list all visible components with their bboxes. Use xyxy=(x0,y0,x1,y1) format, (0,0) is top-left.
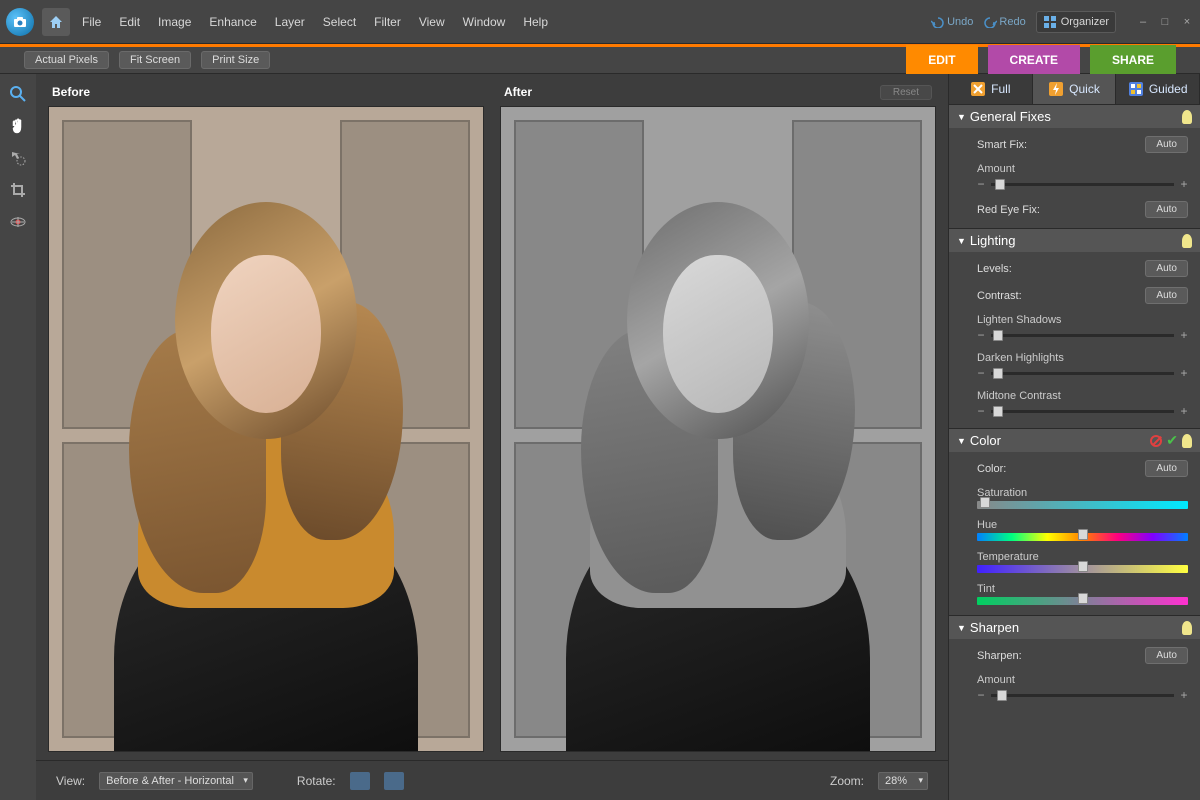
titlebar: File Edit Image Enhance Layer Select Fil… xyxy=(0,0,1200,44)
before-image[interactable] xyxy=(48,106,484,752)
darken-highlights-slider[interactable] xyxy=(991,372,1174,375)
section-sharpen[interactable]: ▼Sharpen xyxy=(949,615,1200,639)
tab-quick[interactable]: Quick xyxy=(1033,74,1117,104)
contrast-label: Contrast: xyxy=(977,290,1022,302)
menu-image[interactable]: Image xyxy=(158,15,191,29)
amount-label: Amount xyxy=(977,163,1188,175)
titlebar-right: Undo Redo Organizer – □ × xyxy=(931,11,1194,33)
red-eye-auto-button[interactable]: Auto xyxy=(1145,201,1188,218)
zoom-tool[interactable] xyxy=(8,84,28,104)
maximize-button[interactable]: □ xyxy=(1158,16,1172,28)
lightbulb-icon[interactable] xyxy=(1182,110,1192,124)
section-color[interactable]: ▼Color ✔ xyxy=(949,428,1200,452)
hand-tool[interactable] xyxy=(8,116,28,136)
crop-tool[interactable] xyxy=(8,180,28,200)
smart-fix-label: Smart Fix: xyxy=(977,139,1027,151)
mode-tab-edit[interactable]: EDIT xyxy=(906,45,977,75)
view-tabs: Full Quick Guided xyxy=(949,74,1200,104)
redo-button[interactable]: Redo xyxy=(983,16,1025,28)
rotate-cw-button[interactable] xyxy=(384,772,404,790)
smart-fix-amount-slider[interactable] xyxy=(991,183,1174,186)
print-size-button[interactable]: Print Size xyxy=(201,51,270,69)
fit-screen-button[interactable]: Fit Screen xyxy=(119,51,191,69)
sharpen-auto-button[interactable]: Auto xyxy=(1145,647,1188,664)
menu-help[interactable]: Help xyxy=(523,15,548,29)
rotate-label: Rotate: xyxy=(297,774,336,788)
mode-tab-share[interactable]: SHARE xyxy=(1090,45,1176,75)
canvas-footer: View: Before & After - Horizontal Rotate… xyxy=(36,760,948,800)
view-label: View: xyxy=(56,774,85,788)
levels-label: Levels: xyxy=(977,263,1012,275)
menu-bar: File Edit Image Enhance Layer Select Fil… xyxy=(82,15,931,29)
workspace: Before After Reset xyxy=(0,74,1200,800)
actual-pixels-button[interactable]: Actual Pixels xyxy=(24,51,109,69)
contrast-auto-button[interactable]: Auto xyxy=(1145,287,1188,304)
menu-layer[interactable]: Layer xyxy=(275,15,305,29)
cancel-icon[interactable] xyxy=(1150,435,1162,447)
redeye-tool[interactable] xyxy=(8,212,28,232)
saturation-slider[interactable] xyxy=(977,501,1188,509)
lightbulb-icon[interactable] xyxy=(1182,234,1192,248)
color-auto-button[interactable]: Auto xyxy=(1145,460,1188,477)
quick-select-tool[interactable] xyxy=(8,148,28,168)
after-label: After xyxy=(504,85,532,99)
temperature-slider[interactable] xyxy=(977,565,1188,573)
sharpen-label: Sharpen: xyxy=(977,650,1022,662)
after-image[interactable] xyxy=(500,106,936,752)
hue-slider[interactable] xyxy=(977,533,1188,541)
full-icon xyxy=(970,81,986,97)
after-panel: After Reset xyxy=(500,82,936,752)
before-panel: Before xyxy=(48,82,484,752)
undo-button[interactable]: Undo xyxy=(931,16,973,28)
minimize-button[interactable]: – xyxy=(1136,16,1150,28)
organizer-button[interactable]: Organizer xyxy=(1036,11,1116,33)
toolbox xyxy=(0,74,36,800)
zoom-dropdown[interactable]: 28% xyxy=(878,772,928,790)
menu-view[interactable]: View xyxy=(419,15,445,29)
tint-slider[interactable] xyxy=(977,597,1188,605)
close-button[interactable]: × xyxy=(1180,16,1194,28)
rotate-ccw-button[interactable] xyxy=(350,772,370,790)
color-label: Color: xyxy=(977,463,1006,475)
menu-file[interactable]: File xyxy=(82,15,101,29)
window-controls: – □ × xyxy=(1136,16,1194,28)
lightbulb-icon[interactable] xyxy=(1182,434,1192,448)
view-dropdown[interactable]: Before & After - Horizontal xyxy=(99,772,253,790)
menu-window[interactable]: Window xyxy=(463,15,506,29)
lightbulb-icon[interactable] xyxy=(1182,621,1192,635)
section-lighting[interactable]: ▼Lighting xyxy=(949,228,1200,252)
app-logo-icon xyxy=(6,8,34,36)
before-label: Before xyxy=(52,85,90,99)
canvas-area: Before After Reset xyxy=(36,74,948,800)
home-button[interactable] xyxy=(42,8,70,36)
menu-filter[interactable]: Filter xyxy=(374,15,401,29)
option-bar: Actual Pixels Fit Screen Print Size EDIT… xyxy=(0,44,1200,74)
smart-fix-auto-button[interactable]: Auto xyxy=(1145,136,1188,153)
levels-auto-button[interactable]: Auto xyxy=(1145,260,1188,277)
section-general-fixes[interactable]: ▼General Fixes xyxy=(949,104,1200,128)
menu-enhance[interactable]: Enhance xyxy=(209,15,256,29)
zoom-label: Zoom: xyxy=(830,774,864,788)
lighten-shadows-slider[interactable] xyxy=(991,334,1174,337)
commit-icon[interactable]: ✔ xyxy=(1166,432,1178,449)
menu-select[interactable]: Select xyxy=(323,15,356,29)
midtone-contrast-slider[interactable] xyxy=(991,410,1174,413)
tab-guided[interactable]: Guided xyxy=(1116,74,1200,104)
sharpen-amount-slider[interactable] xyxy=(991,694,1174,697)
right-panel: Full Quick Guided ▼General Fixes Smart F… xyxy=(948,74,1200,800)
guided-icon xyxy=(1128,81,1144,97)
tab-full[interactable]: Full xyxy=(949,74,1033,104)
quick-icon xyxy=(1048,81,1064,97)
menu-edit[interactable]: Edit xyxy=(119,15,140,29)
red-eye-label: Red Eye Fix: xyxy=(977,204,1040,216)
grid-icon xyxy=(1043,15,1057,29)
mode-tab-create[interactable]: CREATE xyxy=(988,45,1080,75)
reset-button[interactable]: Reset xyxy=(880,85,932,100)
